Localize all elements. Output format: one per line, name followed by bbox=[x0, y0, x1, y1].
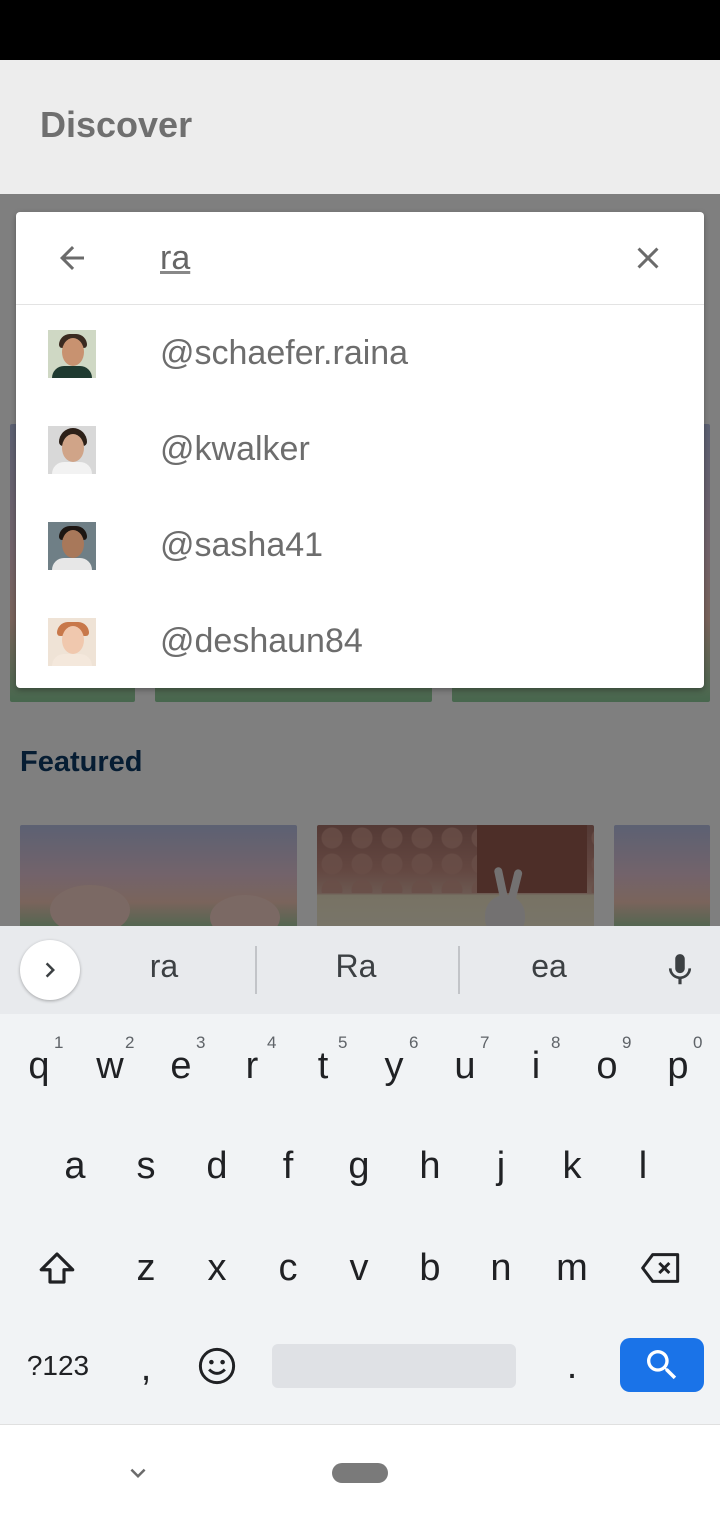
key-y[interactable]: y6 bbox=[359, 1026, 429, 1106]
screen: Discover Featured bbox=[0, 0, 720, 1520]
key-a[interactable]: a bbox=[40, 1126, 110, 1206]
navigation-bar bbox=[0, 1424, 720, 1520]
search-input[interactable] bbox=[160, 234, 600, 282]
result-handle: @kwalker bbox=[160, 430, 310, 468]
key-d[interactable]: d bbox=[182, 1126, 252, 1206]
suggestion-item[interactable]: Ra bbox=[296, 948, 416, 985]
page-title: Discover bbox=[40, 104, 193, 145]
key-p[interactable]: p0 bbox=[643, 1026, 713, 1106]
search-bar bbox=[16, 212, 704, 305]
suggestion-strip: ra Ra ea bbox=[0, 926, 720, 1014]
suggestion-divider bbox=[458, 946, 460, 994]
key-u[interactable]: u7 bbox=[430, 1026, 500, 1106]
app-header: Discover bbox=[0, 60, 720, 194]
chevron-down-icon bbox=[130, 1468, 146, 1478]
key-b[interactable]: b bbox=[395, 1228, 465, 1308]
key-r[interactable]: r4 bbox=[217, 1026, 287, 1106]
suggestion-item[interactable]: ea bbox=[489, 948, 609, 985]
microphone-icon bbox=[668, 954, 692, 985]
search-result-item[interactable]: @schaefer.raina bbox=[16, 306, 704, 402]
arrow-left-icon bbox=[60, 246, 84, 270]
expand-toolbar-button[interactable] bbox=[20, 940, 80, 1000]
emoji-icon bbox=[198, 1347, 236, 1385]
keyboard: ra Ra ea q1 w2 e3 r4 t5 y6 u7 i8 o9 p0 a… bbox=[0, 926, 720, 1424]
space-key[interactable] bbox=[272, 1344, 516, 1388]
key-e[interactable]: e3 bbox=[146, 1026, 216, 1106]
search-action-key[interactable] bbox=[620, 1338, 704, 1392]
key-c[interactable]: c bbox=[253, 1228, 323, 1308]
hide-keyboard-button[interactable] bbox=[118, 1455, 158, 1491]
key-i[interactable]: i8 bbox=[501, 1026, 571, 1106]
key-h[interactable]: h bbox=[395, 1126, 465, 1206]
search-card: @schaefer.raina @kwalker @sasha41 bbox=[16, 212, 704, 688]
avatar bbox=[48, 330, 96, 378]
status-bar bbox=[0, 0, 720, 60]
period-key[interactable]: . bbox=[537, 1326, 607, 1406]
voice-input-button[interactable] bbox=[656, 946, 704, 994]
key-w[interactable]: w2 bbox=[75, 1026, 145, 1106]
clear-search-button[interactable] bbox=[624, 238, 672, 278]
search-result-item[interactable]: @deshaun84 bbox=[16, 594, 704, 690]
comma-key[interactable]: , bbox=[111, 1328, 181, 1408]
key-n[interactable]: n bbox=[466, 1228, 536, 1308]
key-z[interactable]: z bbox=[111, 1228, 181, 1308]
avatar bbox=[48, 426, 96, 474]
search-result-item[interactable]: @kwalker bbox=[16, 402, 704, 498]
key-f[interactable]: f bbox=[253, 1126, 323, 1206]
key-s[interactable]: s bbox=[111, 1126, 181, 1206]
symbols-key[interactable]: ?123 bbox=[16, 1326, 100, 1406]
result-handle: @sasha41 bbox=[160, 526, 324, 564]
shift-key[interactable] bbox=[22, 1228, 92, 1308]
key-m[interactable]: m bbox=[537, 1228, 607, 1308]
key-j[interactable]: j bbox=[466, 1126, 536, 1206]
home-handle[interactable] bbox=[332, 1463, 388, 1483]
key-g[interactable]: g bbox=[324, 1126, 394, 1206]
avatar bbox=[48, 522, 96, 570]
avatar bbox=[48, 618, 96, 666]
emoji-key[interactable] bbox=[182, 1326, 252, 1406]
back-button[interactable] bbox=[48, 238, 96, 278]
chevron-right-icon bbox=[45, 962, 55, 978]
search-result-item[interactable]: @sasha41 bbox=[16, 498, 704, 594]
suggestion-divider bbox=[255, 946, 257, 994]
result-handle: @schaefer.raina bbox=[160, 334, 409, 372]
key-x[interactable]: x bbox=[182, 1228, 252, 1308]
suggestion-item[interactable]: ra bbox=[104, 948, 224, 985]
key-k[interactable]: k bbox=[537, 1126, 607, 1206]
key-q[interactable]: q1 bbox=[4, 1026, 74, 1106]
search-icon bbox=[647, 1350, 677, 1380]
backspace-key[interactable] bbox=[626, 1228, 696, 1308]
key-v[interactable]: v bbox=[324, 1228, 394, 1308]
backspace-icon bbox=[641, 1253, 680, 1283]
close-icon bbox=[637, 247, 659, 269]
key-t[interactable]: t5 bbox=[288, 1026, 358, 1106]
shift-icon bbox=[39, 1252, 75, 1284]
key-l[interactable]: l bbox=[608, 1126, 678, 1206]
result-handle: @deshaun84 bbox=[160, 622, 363, 660]
key-o[interactable]: o9 bbox=[572, 1026, 642, 1106]
